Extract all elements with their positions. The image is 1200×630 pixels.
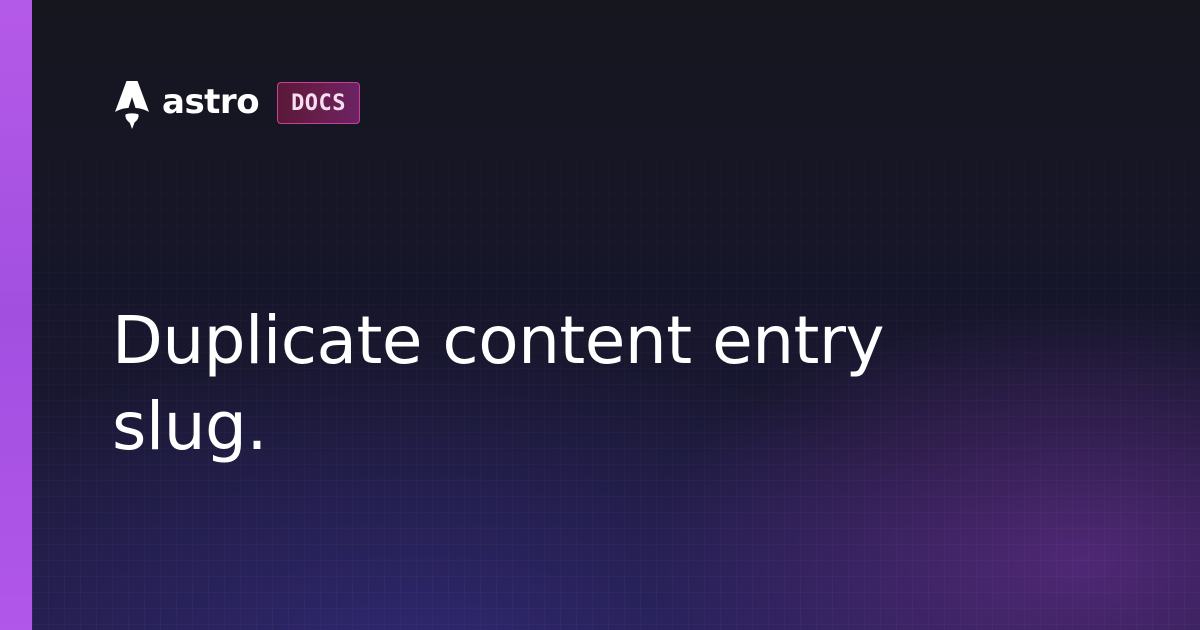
accent-bar [0,0,32,630]
astro-rocket-icon [115,81,149,129]
docs-badge: DOCS [277,82,361,124]
astro-wordmark: astro [162,82,260,122]
page-title: Duplicate content entry slug. [112,302,885,465]
og-card: astro DOCS Duplicate content entry slug. [0,0,1200,630]
brand-header: astro DOCS [112,80,361,129]
